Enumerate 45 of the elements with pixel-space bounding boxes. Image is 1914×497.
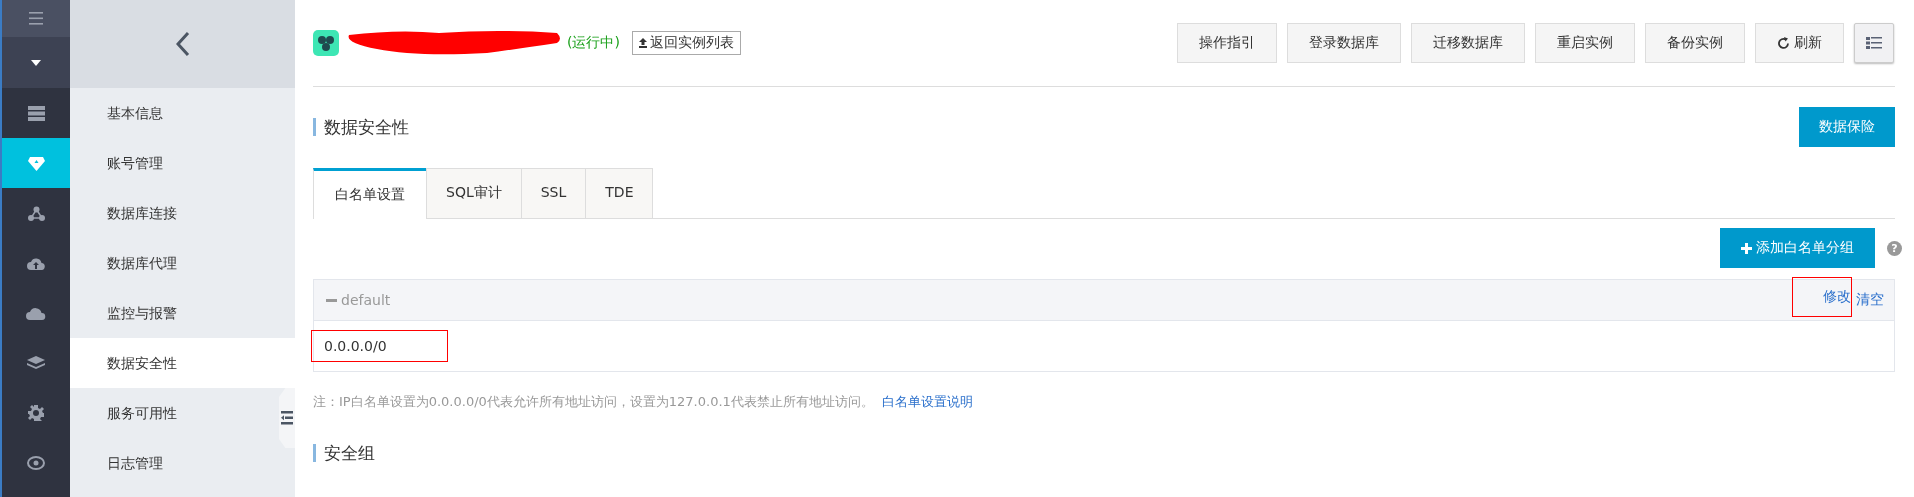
instance-logo-icon (313, 30, 339, 56)
collapse-handle[interactable] (279, 388, 295, 448)
back-to-list-button[interactable]: 返回实例列表 (631, 31, 741, 55)
menu-icon[interactable] (29, 12, 43, 25)
tab[interactable]: 白名单设置 (313, 168, 427, 219)
up-arrow-icon (638, 38, 647, 48)
tab[interactable]: SSL (520, 168, 587, 218)
list-view-button[interactable] (1854, 23, 1894, 63)
sidebar-item[interactable]: 服务可用性 (70, 388, 279, 438)
group-name: default (341, 292, 391, 308)
help-link[interactable]: 白名单设置说明 (881, 393, 973, 411)
action-button[interactable]: 刷新 (1755, 23, 1844, 63)
action-button[interactable]: 迁移数据库 (1411, 23, 1525, 63)
eye-icon (27, 456, 45, 470)
cloud-upload-icon (27, 256, 45, 270)
sidebar-item[interactable]: 数据库连接 (70, 188, 279, 238)
caret-icon (31, 59, 41, 66)
server-icon (27, 105, 45, 121)
sidebar-item[interactable]: 账号管理 (70, 138, 279, 188)
sidebar-item[interactable]: 日志管理 (70, 438, 279, 488)
plus-icon (1741, 242, 1752, 254)
sidebar-item[interactable]: 基本信息 (70, 88, 279, 138)
tab[interactable]: SQL审计 (426, 168, 522, 218)
status-text: (运行中) (567, 34, 620, 52)
section-title: 安全组 (313, 444, 1895, 462)
collapse-icon (281, 411, 293, 425)
action-button[interactable]: 操作指引 (1177, 23, 1277, 63)
ip-address: 0.0.0.0/0 (311, 330, 448, 362)
tab[interactable]: TDE (585, 168, 654, 218)
group-action-link[interactable]: 修改 (1792, 277, 1852, 317)
network-icon (27, 205, 45, 221)
section-title: 数据安全性 (313, 118, 409, 136)
list-icon (1866, 37, 1882, 49)
cluster-icon (27, 155, 45, 171)
refresh-icon (1777, 36, 1790, 50)
action-button[interactable]: 重启实例 (1535, 23, 1635, 63)
group-action-link[interactable]: 清空 (1856, 281, 1884, 319)
sidebar-item[interactable]: 监控与报警 (70, 288, 279, 338)
action-button[interactable]: 登录数据库 (1287, 23, 1401, 63)
note-text: 注：IP白名单设置为0.0.0.0/0代表允许所有地址访问，设置为127.0.0.1代表禁止所有地址访问。 (313, 393, 874, 411)
layers-icon (27, 355, 45, 371)
action-button[interactable]: 备份实例 (1645, 23, 1745, 63)
gear-icon (28, 405, 44, 421)
sidebar-item[interactable]: 数据库代理 (70, 238, 279, 288)
cloud-icon (26, 306, 46, 320)
